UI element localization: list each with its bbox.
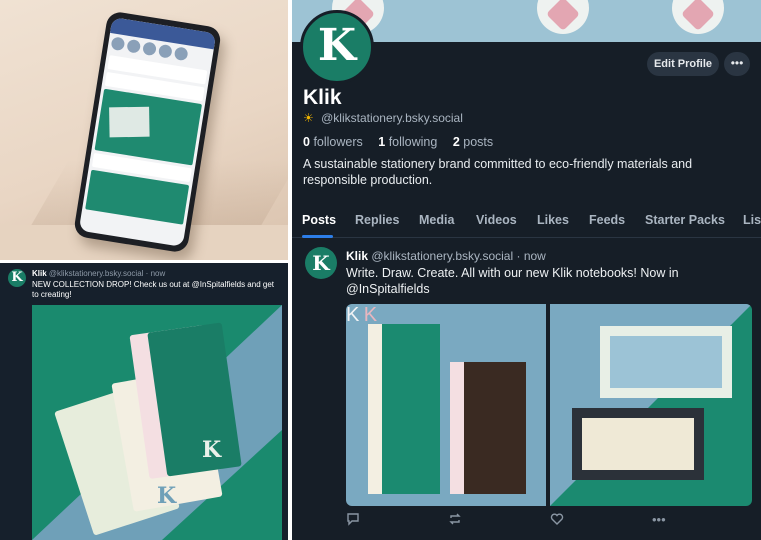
tab-starter-packs[interactable]: Starter Packs [645, 213, 725, 227]
notebook-logo: K [346, 304, 360, 326]
reply-icon[interactable] [346, 512, 360, 529]
separator: · [516, 249, 521, 263]
feed-post-images: K K Klik Klik [346, 304, 752, 506]
profile-handle-row: ☀ @klikstationery.bsky.social [303, 111, 463, 125]
tab-lists[interactable]: Lists [743, 213, 761, 227]
left-post-card: K Klik @klikstationery.bsky.social · now… [0, 263, 288, 540]
phone-post-image [94, 88, 203, 166]
story-thumb [173, 46, 189, 62]
separator: · [145, 269, 149, 278]
banner-disc [537, 0, 589, 34]
heart-icon[interactable] [550, 512, 564, 529]
logo-card [600, 326, 732, 398]
profile-tabs: Posts Replies Media Videos Likes Feeds S… [292, 208, 761, 238]
notebook-logo: K [157, 483, 177, 509]
posts-stat: 2 posts [452, 135, 494, 149]
more-options-button[interactable]: ••• [724, 52, 750, 76]
notebook-logo: K [202, 437, 222, 463]
feed-post-text: Write. Draw. Create. All with our new Kl… [346, 266, 679, 296]
feed-post-header: Klik @klikstationery.bsky.social · now [346, 249, 546, 263]
notebook [450, 362, 526, 494]
active-tab-indicator [302, 235, 333, 238]
tab-likes[interactable]: Likes [537, 213, 569, 227]
story-thumb [110, 36, 126, 52]
profile-bio: A sustainable stationery brand committed… [303, 157, 693, 187]
tab-videos[interactable]: Videos [476, 213, 517, 227]
profile-name: Klik [303, 86, 342, 109]
feed-post-handle[interactable]: @klikstationery.bsky.social [371, 249, 513, 263]
followers-stat[interactable]: 0 followers [303, 135, 369, 149]
profile-avatar[interactable]: K [300, 10, 374, 84]
profile-stats: 0 followers 1 following 2 posts [303, 135, 505, 149]
post-handle[interactable]: @klikstationery.bsky.social [49, 269, 144, 278]
feed-post-time: now [523, 249, 546, 263]
avatar[interactable]: K [8, 269, 26, 287]
post-author[interactable]: Klik [32, 269, 47, 278]
logo-card [572, 408, 704, 480]
profile-handle: @klikstationery.bsky.social [321, 111, 463, 125]
phone-mockup-photo [0, 0, 288, 260]
profile-page: K Edit Profile ••• Klik ☀ @klikstationer… [292, 0, 761, 540]
post-time: now [150, 269, 166, 278]
post-avatar[interactable]: K [305, 247, 337, 279]
notebook [368, 324, 440, 494]
banner-disc [672, 0, 724, 34]
repost-icon[interactable] [448, 512, 462, 529]
post-image-logos[interactable]: Klik Klik [550, 304, 752, 506]
tab-posts[interactable]: Posts [302, 213, 336, 227]
edit-profile-button[interactable]: Edit Profile [647, 52, 719, 76]
following-stat[interactable]: 1 following [378, 135, 443, 149]
more-icon[interactable]: ••• [652, 512, 666, 527]
post-image[interactable]: K K [32, 305, 282, 540]
tab-replies[interactable]: Replies [355, 213, 399, 227]
story-thumb [142, 41, 157, 57]
tab-feeds[interactable]: Feeds [589, 213, 625, 227]
feed-post-author[interactable]: Klik [346, 249, 368, 263]
post-header: Klik @klikstationery.bsky.social · now [32, 269, 165, 278]
post-text: NEW COLLECTION DROP! Check us out at @In… [32, 280, 274, 299]
story-thumb [157, 43, 173, 59]
post-image-notebooks[interactable]: K K [346, 304, 546, 506]
tab-media[interactable]: Media [419, 213, 454, 227]
story-thumb [126, 38, 142, 54]
sun-icon: ☀ [303, 111, 314, 125]
notebook-logo: K [363, 304, 378, 326]
